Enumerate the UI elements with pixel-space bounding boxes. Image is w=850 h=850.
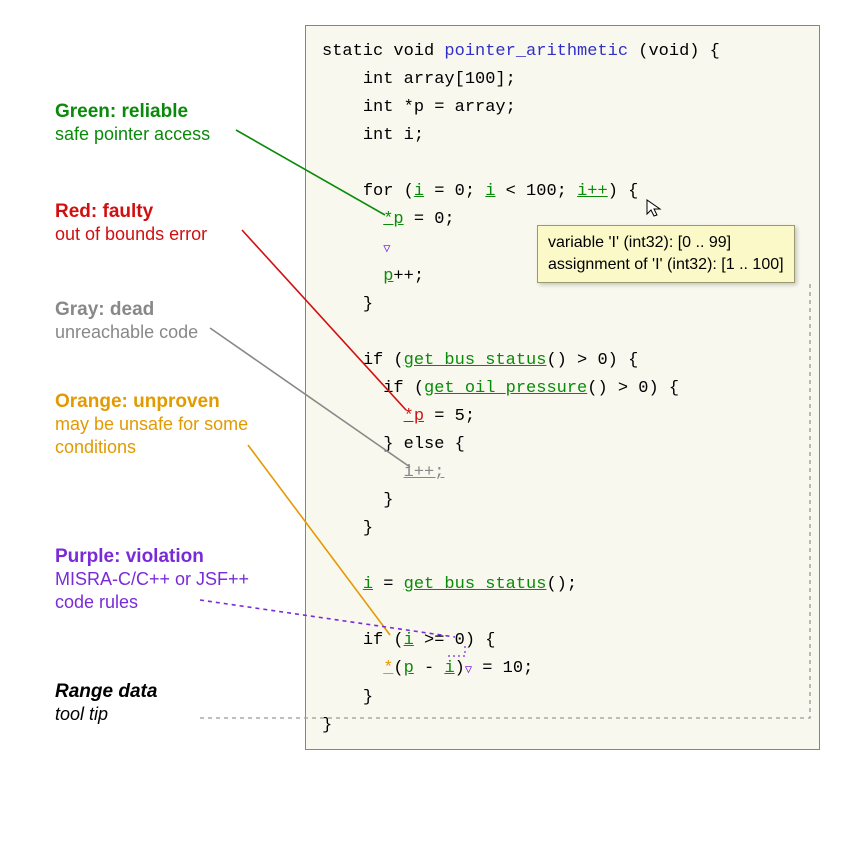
violation-marker-icon: ▽	[383, 235, 390, 263]
legend-orange: Orange: unproven may be unsafe for some …	[55, 390, 285, 459]
var-i: i	[485, 182, 495, 201]
get-bus-status: get_bus_status	[404, 575, 547, 594]
star-orange: *	[383, 659, 393, 678]
code-panel: static void pointer_arithmetic (void) { …	[305, 25, 820, 750]
function-name: pointer_arithmetic	[444, 42, 628, 61]
get-bus-status: get_bus_status	[404, 351, 547, 370]
tooltip-line: assignment of 'I' (int32): [1 .. 100]	[548, 254, 784, 276]
legend-purple: Purple: violation MISRA-C/C++ or JSF++ c…	[55, 545, 285, 614]
var-i: i	[414, 182, 424, 201]
var-i: i	[363, 575, 373, 594]
ipp-gray: i++;	[404, 463, 445, 482]
legend-green: Green: reliable safe pointer access	[55, 100, 210, 146]
legend-range: Range data tool tip	[55, 680, 157, 726]
tooltip-line: variable 'I' (int32): [0 .. 99]	[548, 232, 784, 254]
get-oil-pressure: get_oil_pressure	[424, 379, 587, 398]
starp-red: *p	[404, 407, 424, 426]
range-tooltip: variable 'I' (int32): [0 .. 99] assignme…	[537, 225, 795, 283]
incr-green: i++	[577, 182, 608, 201]
kw: static void	[322, 42, 444, 61]
starp-green: *p	[383, 210, 403, 229]
violation-marker-icon: ▽	[465, 656, 472, 684]
var-i: i	[404, 631, 414, 650]
p-green: p	[383, 267, 393, 286]
legend-gray: Gray: dead unreachable code	[55, 298, 198, 344]
legend-red: Red: faulty out of bounds error	[55, 200, 207, 246]
